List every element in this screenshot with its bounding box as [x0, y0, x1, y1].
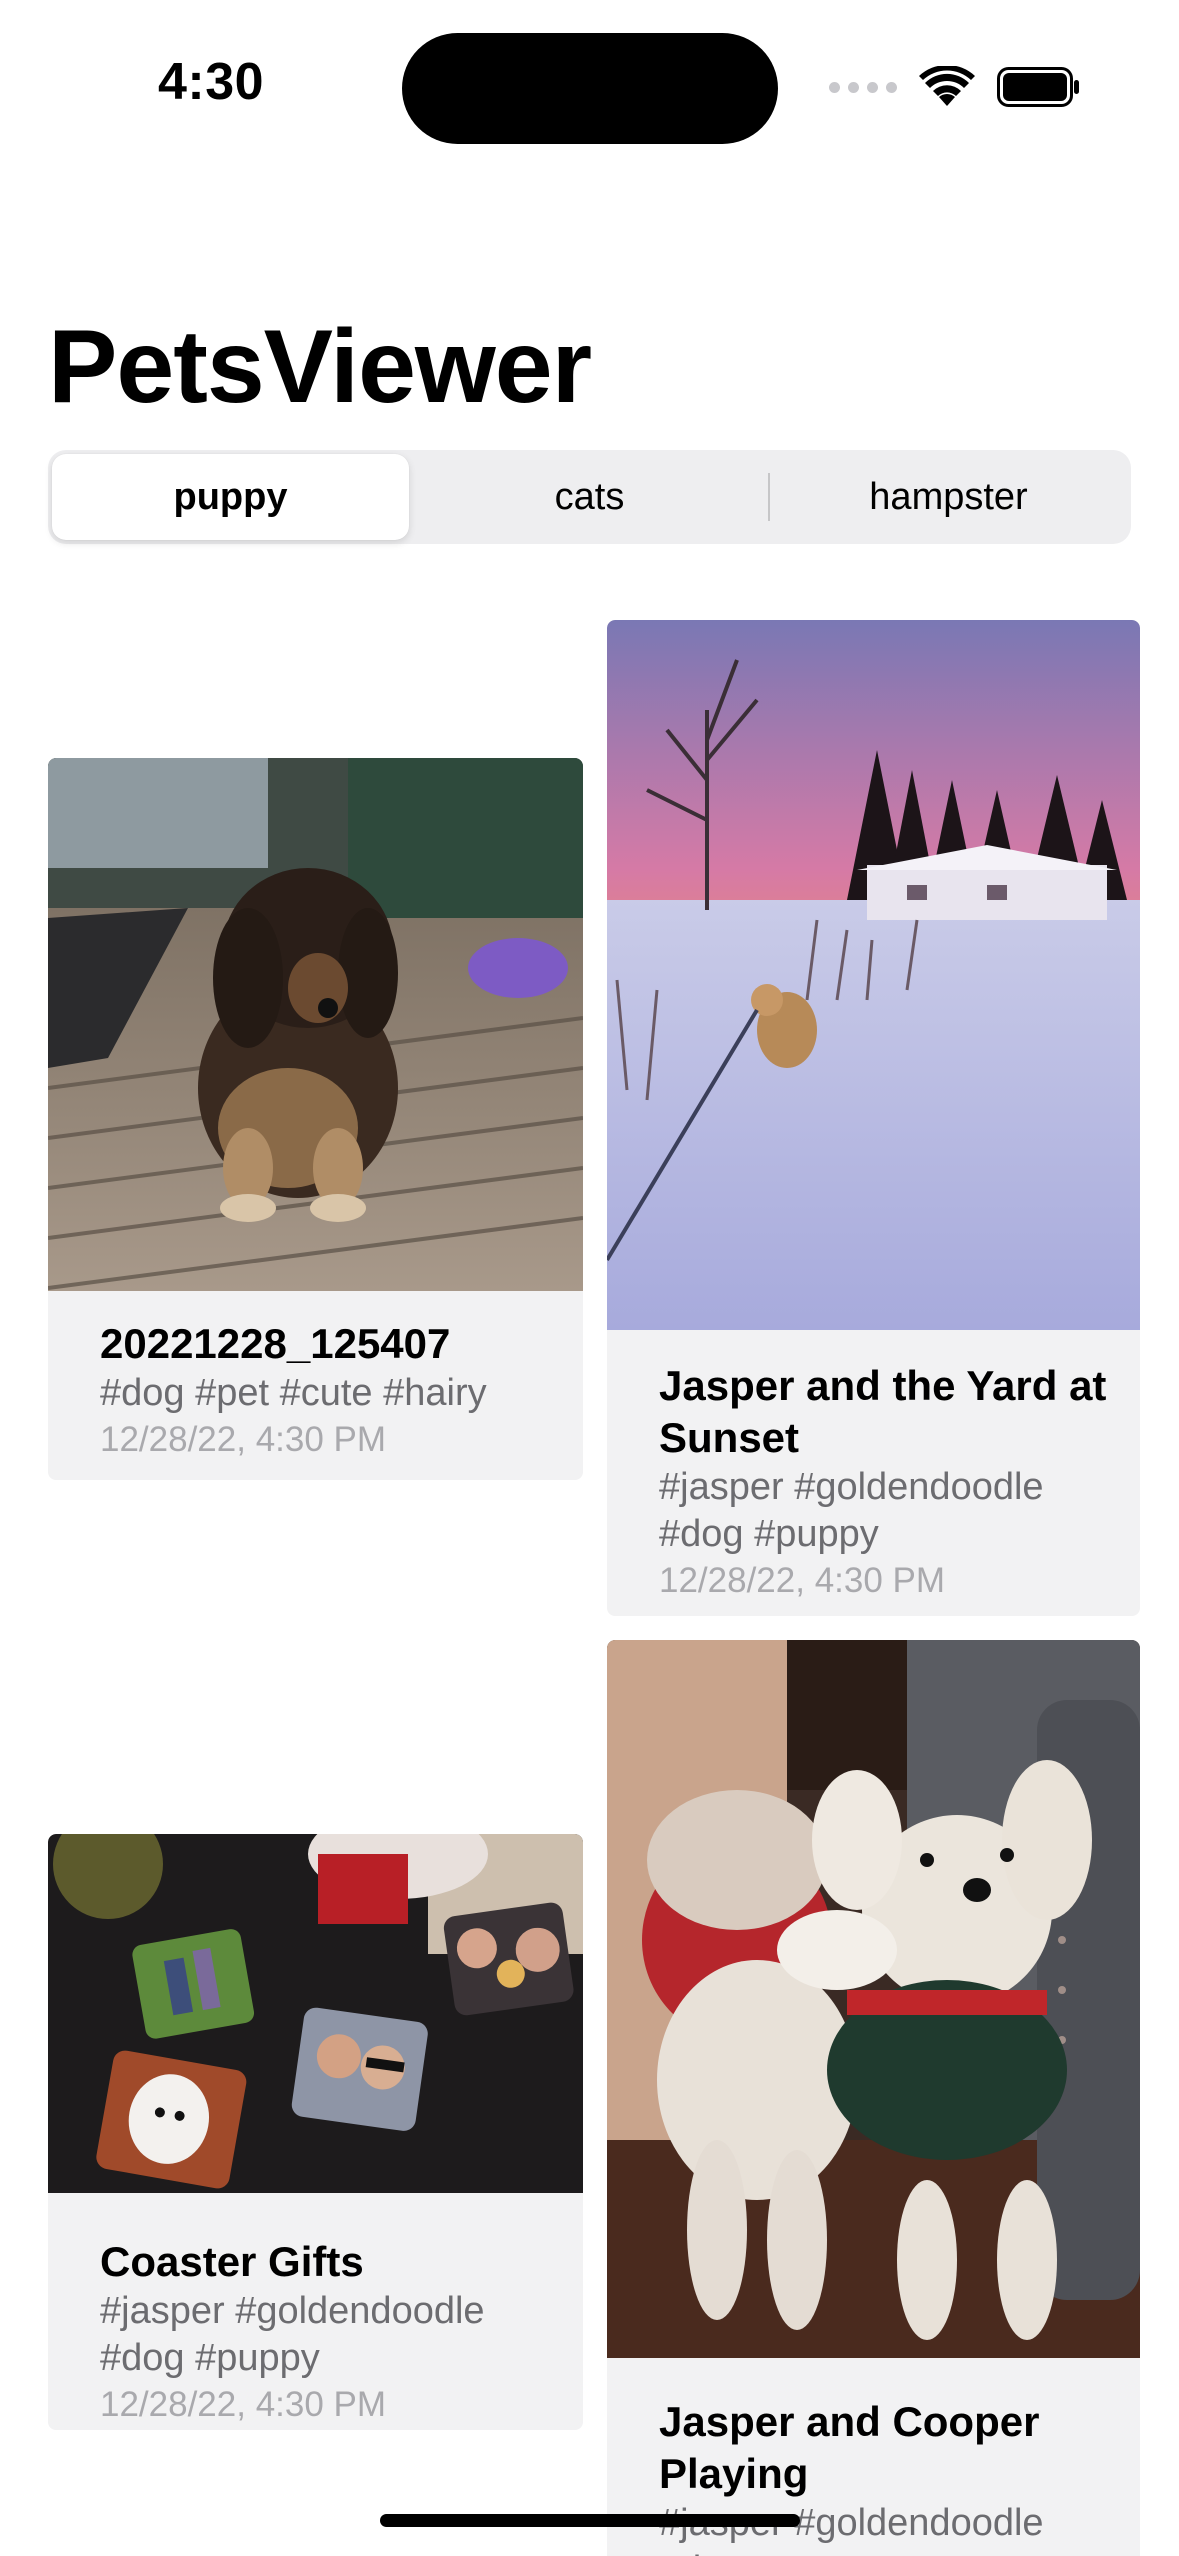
- segment-hampster-label: hampster: [869, 475, 1028, 518]
- cellular-signal-icon: [829, 81, 897, 93]
- card-date: 12/28/22, 4:30 PM: [659, 1561, 946, 1600]
- card-title: Coaster Gifts: [100, 2238, 364, 2285]
- status-indicators: [829, 62, 1081, 112]
- pet-card[interactable]: Jasper and the Yard at Sunset #jasper #g…: [607, 620, 1140, 1616]
- card-tags: #jasper #goldendoodle #dog #puppy: [100, 2290, 485, 2379]
- pet-card[interactable]: 20221228_125407 #dog #pet #cute #hairy 1…: [48, 758, 583, 1480]
- pet-card[interactable]: Jasper and Cooper Playing #jasper #golde…: [607, 1640, 1140, 2556]
- status-time: 4:30: [158, 53, 265, 111]
- card-info: Jasper and Cooper Playing #jasper #golde…: [659, 2396, 1120, 2556]
- page-title: PetsViewer: [48, 309, 592, 425]
- card-date: 12/28/22, 4:30 PM: [100, 2385, 387, 2424]
- card-title: Jasper and the Yard at Sunset: [659, 1362, 1107, 1461]
- card-tags: #jasper #goldendoodle #dog #puppy: [659, 1466, 1044, 1555]
- segment-cats[interactable]: cats: [411, 454, 768, 540]
- snowy-yard-sunset-photo: [607, 620, 1140, 1330]
- card-info: 20221228_125407 #dog #pet #cute #hairy 1…: [100, 1318, 563, 1463]
- card-tags: #jasper #goldendoodle #dog #puppy: [659, 2502, 1044, 2556]
- battery-icon: [997, 67, 1081, 107]
- screen: 4:30 PetsViewer puppy cats hampster 2022…: [0, 0, 1179, 2556]
- card-title: 20221228_125407: [100, 1320, 451, 1367]
- two-dogs-playing-photo: [607, 1640, 1140, 2358]
- dynamic-island: [402, 33, 778, 144]
- card-info: Jasper and the Yard at Sunset #jasper #g…: [659, 1360, 1120, 1604]
- card-tags: #dog #pet #cute #hairy: [100, 1372, 487, 1414]
- wifi-icon: [919, 66, 975, 108]
- card-title: Jasper and Cooper Playing: [659, 2398, 1040, 2497]
- card-info: Coaster Gifts #jasper #goldendoodle #dog…: [100, 2236, 563, 2428]
- home-indicator[interactable]: [380, 2514, 800, 2527]
- segment-puppy-label: puppy: [173, 475, 288, 518]
- pet-card[interactable]: Coaster Gifts #jasper #goldendoodle #dog…: [48, 1834, 583, 2430]
- segment-cats-label: cats: [554, 475, 625, 518]
- segment-hampster[interactable]: hampster: [770, 454, 1127, 540]
- category-segmented-control: puppy cats hampster: [48, 450, 1131, 544]
- photo-coasters-photo: [48, 1834, 583, 2193]
- segment-puppy[interactable]: puppy: [52, 454, 409, 540]
- dog-on-deck-photo: [48, 758, 583, 1291]
- card-date: 12/28/22, 4:30 PM: [100, 1420, 387, 1459]
